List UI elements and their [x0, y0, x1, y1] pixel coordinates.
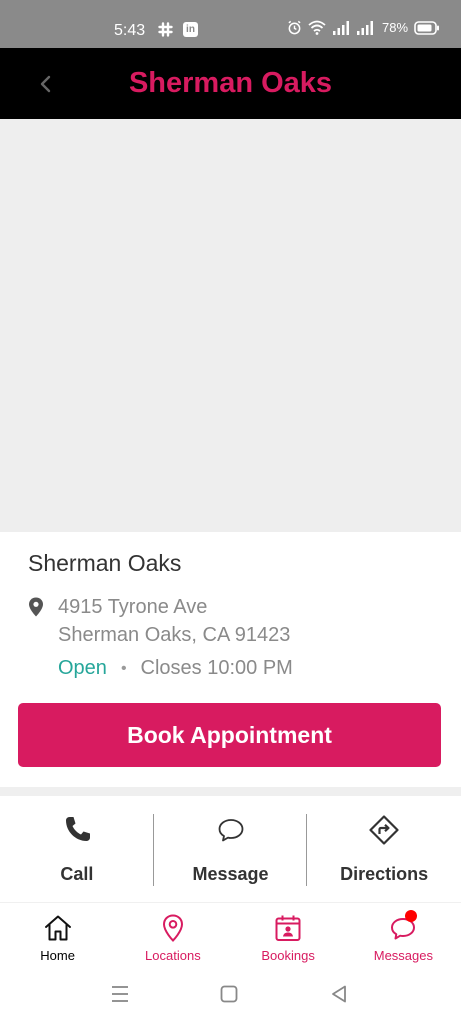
app-header: Sherman Oaks [0, 48, 461, 119]
bottom-nav: Home Locations Bookings Messages [0, 902, 461, 968]
nav-home[interactable]: Home [0, 903, 115, 968]
separator-dot: • [120, 659, 127, 677]
open-status: Open [58, 657, 107, 679]
back-triangle-icon[interactable] [327, 982, 351, 1006]
calendar-icon [275, 915, 301, 941]
action-divider [306, 814, 307, 886]
signal-icon [333, 20, 349, 35]
nav-locations-label: Locations [145, 948, 201, 963]
closing-time: Closes 10:00 PM [140, 657, 293, 679]
directions-label: Directions [340, 864, 429, 884]
home-square-icon[interactable] [217, 982, 241, 1006]
call-label: Call [60, 864, 94, 884]
slack-icon [158, 22, 173, 37]
system-nav-bar [0, 968, 461, 1020]
section-divider [0, 787, 461, 796]
linkedin-icon: in [183, 22, 198, 37]
chat-bubble-icon [218, 819, 243, 842]
nav-locations[interactable]: Locations [115, 903, 230, 968]
battery-percent: 78% [382, 20, 409, 35]
menu-icon[interactable] [108, 982, 132, 1006]
status-time: 5:43 [114, 22, 146, 39]
page-title: Sherman Oaks [128, 67, 333, 99]
location-name: Sherman Oaks [28, 550, 182, 576]
message-label: Message [192, 864, 269, 884]
phone-icon [65, 817, 90, 841]
location-pin-icon [29, 597, 43, 617]
battery-icon [414, 20, 440, 35]
nav-bookings[interactable]: Bookings [231, 903, 346, 968]
address-line-2[interactable]: Sherman Oaks, CA 91423 [58, 624, 290, 647]
directions-icon [369, 815, 399, 845]
map-pin-icon [162, 914, 183, 942]
directions-button[interactable]: Directions [307, 796, 461, 902]
nav-messages-label: Messages [373, 948, 433, 963]
chevron-left-icon [40, 75, 51, 93]
signal-icon-2 [357, 20, 373, 35]
back-button[interactable] [30, 68, 62, 100]
action-row: Call Message Directions [0, 796, 461, 902]
message-button[interactable]: Message [154, 796, 308, 902]
nav-messages[interactable]: Messages [346, 903, 461, 968]
home-icon [44, 915, 71, 941]
map-view[interactable] [0, 119, 461, 532]
hours-row: Open • Closes 10:00 PM [58, 657, 293, 680]
nav-home-label: Home [40, 948, 75, 963]
status-bar: 5:43 in 78% [0, 0, 461, 48]
address-line-1[interactable]: 4915 Tyrone Ave [58, 596, 207, 619]
wifi-icon [308, 20, 326, 35]
action-divider [153, 814, 154, 886]
nav-bookings-label: Bookings [261, 948, 315, 963]
call-button[interactable]: Call [0, 796, 154, 902]
alarm-icon [288, 20, 301, 35]
book-appointment-button[interactable]: Book Appointment [18, 703, 441, 767]
